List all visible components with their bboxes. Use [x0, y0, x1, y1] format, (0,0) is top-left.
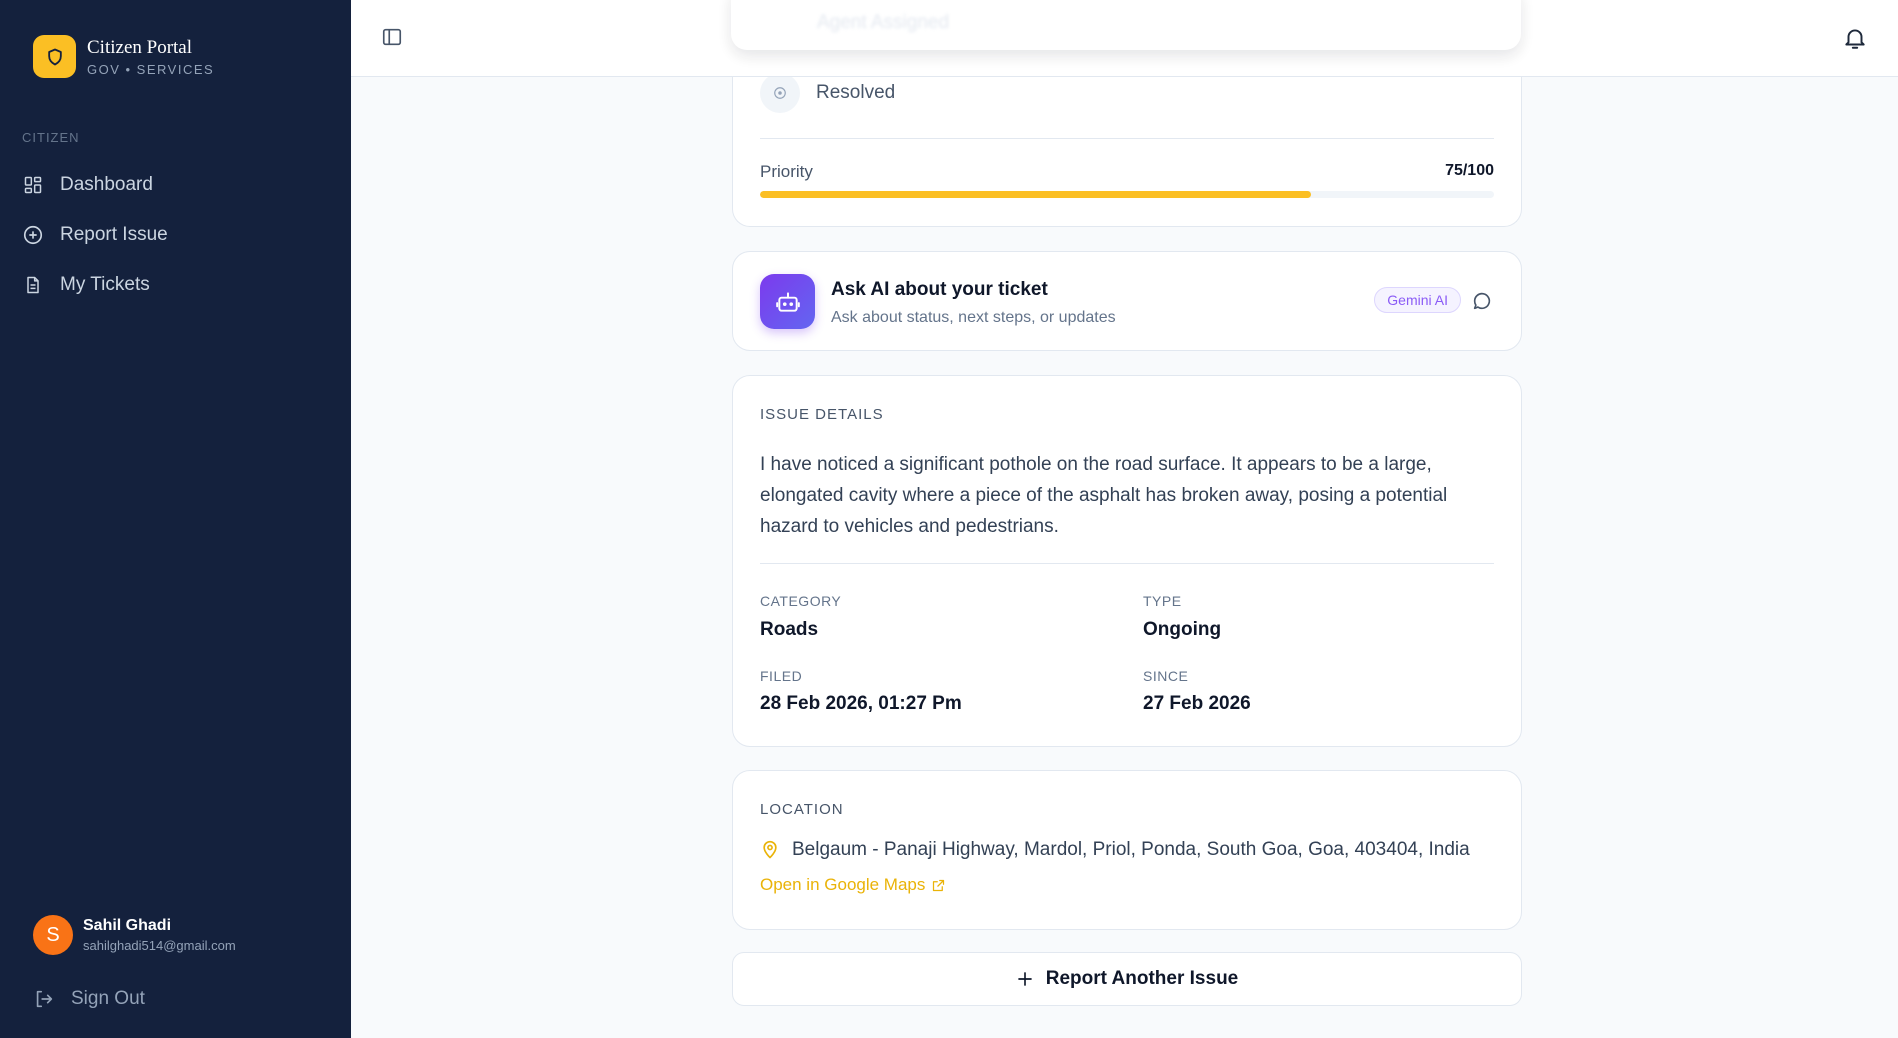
grid-icon [22, 174, 44, 196]
sign-out-button[interactable]: Sign Out [33, 988, 145, 1010]
sidebar-toggle-icon[interactable] [381, 26, 403, 53]
external-link-icon [931, 878, 946, 893]
location-card: LOCATION Belgaum - Panaji Highway, Mardo… [732, 770, 1522, 930]
shield-icon [33, 35, 76, 78]
issue-details-heading: ISSUE DETAILS [760, 406, 884, 423]
logout-icon [33, 988, 55, 1010]
robot-icon [760, 274, 815, 329]
sidebar: Citizen Portal GOV • SERVICES CITIZEN Da… [0, 0, 351, 1038]
nav-section-label: CITIZEN [22, 130, 80, 145]
top-bar: Agent Assigned [351, 0, 1898, 77]
since-value: 27 Feb 2026 [1143, 693, 1251, 714]
brand-subtitle: GOV • SERVICES [87, 61, 215, 77]
bell-icon[interactable] [1842, 24, 1868, 57]
maps-link-label: Open in Google Maps [760, 875, 926, 894]
priority-label: Priority [760, 162, 813, 181]
ask-ai-title: Ask AI about your ticket [831, 279, 1048, 300]
user-email: sahilghadi514@gmail.com [83, 938, 236, 953]
file-icon [22, 274, 44, 296]
sidebar-item-label: Dashboard [60, 174, 153, 195]
ask-ai-subtitle: Ask about status, next steps, or updates [831, 309, 1116, 326]
location-address: Belgaum - Panaji Highway, Mardol, Priol,… [792, 839, 1470, 860]
category-label: CATEGORY [760, 593, 842, 609]
map-pin-icon [760, 839, 780, 861]
plus-circle-icon [22, 224, 44, 246]
avatar: S [33, 915, 73, 955]
sidebar-item-dashboard[interactable]: Dashboard [22, 160, 332, 210]
priority-bar [760, 191, 1494, 198]
report-another-issue-button[interactable]: Report Another Issue [732, 952, 1522, 1006]
brand[interactable]: Citizen Portal GOV • SERVICES [33, 35, 214, 78]
status-step-resolved: Resolved [760, 73, 895, 113]
brand-title: Citizen Portal [87, 36, 193, 58]
sidebar-item-label: My Tickets [60, 274, 150, 295]
filed-value: 28 Feb 2026, 01:27 Pm [760, 693, 962, 714]
divider [760, 138, 1494, 139]
filed-label: FILED [760, 668, 803, 684]
plus-icon [1016, 970, 1034, 988]
report-another-issue-label: Report Another Issue [1045, 968, 1239, 989]
sidebar-nav: Dashboard Report Issue My Tickets [22, 160, 332, 310]
issue-details-card: ISSUE DETAILS I have noticed a significa… [732, 375, 1522, 747]
priority-value: 75/100 [1445, 162, 1494, 179]
user-name: Sahil Ghadi [83, 917, 172, 934]
chat-bubble-icon[interactable] [1471, 290, 1493, 317]
since-label: SINCE [1143, 668, 1189, 684]
divider [760, 563, 1494, 564]
sidebar-item-label: Report Issue [60, 224, 168, 245]
user-profile[interactable]: S Sahil Ghadi sahilghadi514@gmail.com [33, 915, 236, 955]
gemini-badge: Gemini AI [1374, 287, 1461, 313]
ask-ai-card[interactable]: Ask AI about your ticket Ask about statu… [732, 251, 1522, 351]
sidebar-item-report-issue[interactable]: Report Issue [22, 210, 332, 260]
issue-description: I have noticed a significant pothole on … [760, 454, 1448, 537]
sidebar-item-my-tickets[interactable]: My Tickets [22, 260, 332, 310]
open-google-maps-link[interactable]: Open in Google Maps [760, 875, 946, 895]
type-label: TYPE [1143, 593, 1182, 609]
type-value: Ongoing [1143, 619, 1222, 640]
category-value: Roads [760, 619, 819, 640]
status-step-label: Agent Assigned [817, 12, 950, 33]
status-step-label: Resolved [816, 82, 896, 103]
sign-out-label: Sign Out [71, 988, 145, 1009]
location-heading: LOCATION [760, 801, 844, 818]
pending-step-icon [760, 73, 800, 113]
status-step-agent-assigned: Agent Assigned [731, 0, 1521, 50]
priority-bar-fill [760, 191, 1311, 198]
